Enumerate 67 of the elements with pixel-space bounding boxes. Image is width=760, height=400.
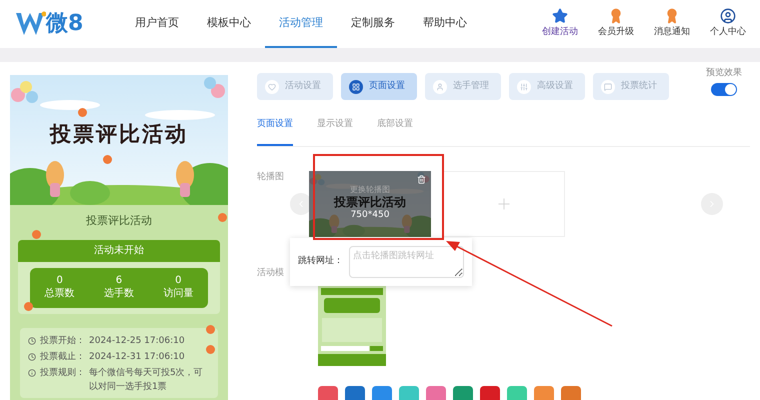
- star-icon: [552, 8, 568, 24]
- info-icon: [28, 368, 36, 376]
- theme-swatch[interactable]: [345, 386, 365, 400]
- clock-icon: [28, 336, 36, 344]
- sun-ornament-icon: [24, 302, 33, 311]
- status-bar: 活动未开始: [18, 240, 220, 262]
- theme-swatch[interactable]: [480, 386, 500, 400]
- slide-title: 投票评比活动: [334, 195, 406, 210]
- stat-label: 选手数: [104, 288, 134, 300]
- change-slide-text: 更换轮播图: [350, 185, 390, 196]
- banner-title: 投票评比活动: [50, 121, 188, 148]
- header-action[interactable]: 创建活动: [532, 8, 588, 40]
- chat-icon: [601, 80, 615, 94]
- preview-toggle[interactable]: [711, 82, 737, 96]
- header-action[interactable]: 消息通知: [644, 8, 700, 40]
- sun-ornament-icon: [103, 155, 112, 164]
- info-label: 投票规则：: [40, 366, 85, 380]
- sub-tab[interactable]: 显示设置: [317, 118, 353, 146]
- theme-swatch[interactable]: [318, 386, 338, 400]
- sun-ornament-icon: [206, 345, 215, 354]
- link-input[interactable]: 点击轮播图跳转网址: [349, 246, 464, 278]
- delete-icon[interactable]: [417, 174, 426, 184]
- sliders-icon: [517, 80, 531, 94]
- activity-title: 投票评比活动: [86, 213, 152, 229]
- info-label: 投票截止：: [40, 350, 85, 364]
- theme-swatch[interactable]: [399, 386, 419, 400]
- nav-tab[interactable]: 用户首页: [121, 0, 193, 48]
- nav-tab[interactable]: 定制服务: [337, 0, 409, 48]
- stat-label: 访问量: [163, 288, 194, 300]
- add-slide-tile[interactable]: [443, 170, 565, 236]
- field-label: 活动模: [257, 266, 285, 280]
- stat-value: 6: [116, 275, 122, 288]
- sun-ornament-icon: [206, 325, 215, 334]
- slide-size: 750*450: [350, 210, 390, 222]
- user-icon: [433, 80, 447, 94]
- slide-thumbnail[interactable]: 更换轮播图 投票评比活动 750*450: [309, 170, 431, 236]
- stat-value: 0: [56, 275, 63, 288]
- theme-swatch[interactable]: [534, 386, 554, 400]
- toggle-label: 预览效果: [706, 67, 742, 80]
- sun-ornament-icon: [78, 108, 87, 117]
- popover-label: 跳转网址：: [298, 255, 343, 268]
- stat-value: 0: [175, 275, 182, 288]
- grid-icon: [349, 80, 363, 94]
- theme-swatch[interactable]: [561, 386, 581, 400]
- sub-tab[interactable]: 底部设置: [377, 118, 413, 146]
- logo-text: 微8: [46, 13, 84, 35]
- info-value: 2024-12-31 17:06:10: [89, 350, 185, 364]
- info-value: 2024-12-25 17:06:10: [89, 334, 185, 348]
- theme-swatch[interactable]: [372, 386, 392, 400]
- nav-tab[interactable]: 模板中心: [193, 0, 265, 48]
- theme-swatch[interactable]: [453, 386, 473, 400]
- user-icon: [720, 8, 736, 24]
- info-label: 投票开始：: [40, 334, 85, 348]
- theme-swatch[interactable]: [507, 386, 527, 400]
- clock-icon: [28, 352, 36, 360]
- step-tab[interactable]: 页面设置: [341, 73, 417, 100]
- nav-tab[interactable]: 帮助中心: [409, 0, 481, 48]
- info-value: 每个微信号每天可投5次，可以对同一选手投1票: [89, 366, 204, 394]
- field-label: 轮播图: [257, 170, 285, 184]
- sun-ornament-icon: [32, 230, 41, 239]
- sun-ornament-icon: [218, 213, 227, 222]
- header-action[interactable]: 个人中心: [700, 8, 756, 40]
- sub-tab[interactable]: 页面设置: [257, 118, 293, 146]
- logo-icon: [16, 11, 46, 37]
- stat-label: 总票数: [44, 288, 75, 300]
- header-action[interactable]: 会员升级: [588, 8, 644, 40]
- theme-swatch[interactable]: [426, 386, 446, 400]
